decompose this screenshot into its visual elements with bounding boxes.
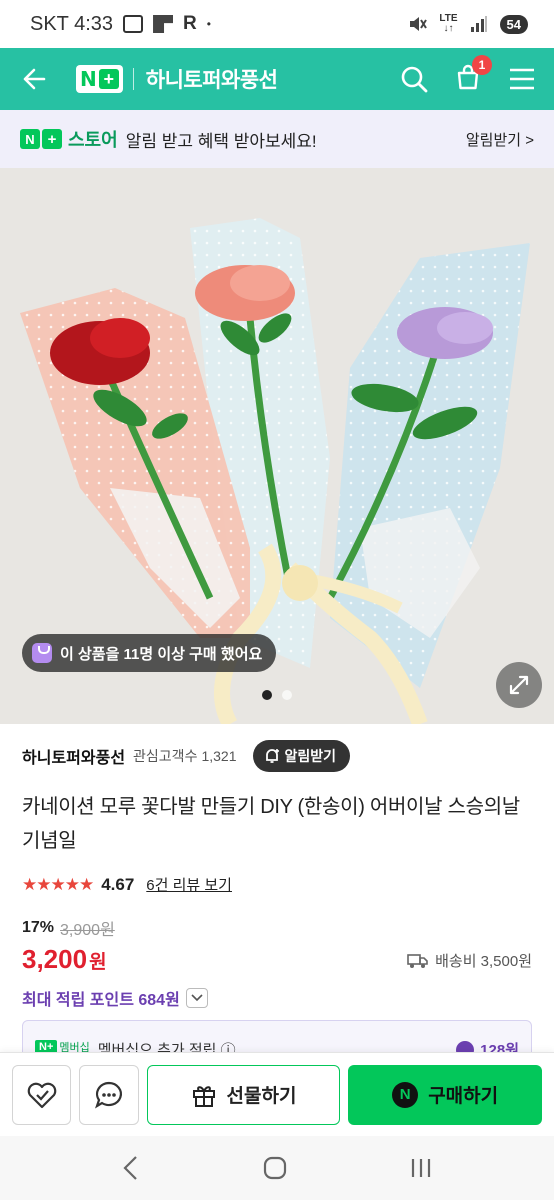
app-header: N + 하니토퍼와풍선 1 <box>0 48 554 110</box>
product-image-carousel[interactable]: 이 상품을 11명 이상 구매 했어요 <box>0 168 554 724</box>
carousel-dot-1[interactable] <box>262 690 272 700</box>
lte-icon: LTE ↓↑ <box>439 13 458 34</box>
purchase-count-notice: 이 상품을 11명 이상 구매 했어요 <box>22 634 277 672</box>
notice-text: 알림 받고 혜택 받아보세요! <box>125 131 317 151</box>
signal-icon <box>470 16 487 32</box>
original-price: 3,900원 <box>60 922 115 939</box>
cart-count-badge: 1 <box>472 54 492 75</box>
purchase-count-text: 이 상품을 11명 이상 구매 했어요 <box>60 645 263 663</box>
gift-icon <box>192 1085 215 1107</box>
nav-back-icon[interactable] <box>120 1155 142 1181</box>
chevron-down-icon[interactable] <box>185 988 208 1008</box>
truck-icon <box>407 953 428 968</box>
back-arrow-icon[interactable] <box>18 64 48 94</box>
carousel-indicator <box>0 690 554 700</box>
battery-icon: 54 <box>499 14 528 34</box>
product-title: 카네이션 모루 꽃다발 만들기 DIY (한송이) 어버이날 스승의날 기념일 <box>22 796 520 852</box>
nplus-store-label: 스토어 <box>68 130 118 150</box>
nplus-store-logo: N + <box>20 129 62 149</box>
expand-icon <box>509 675 529 695</box>
points-row[interactable]: 최대 적립 포인트 684원 <box>22 986 208 1010</box>
seller-name[interactable]: 하니토퍼와풍선 <box>22 744 125 768</box>
shipping-fee: 배송비 3,500원 <box>435 953 532 970</box>
heart-check-icon <box>27 1082 56 1108</box>
store-name[interactable]: 하니토퍼와풍선 <box>146 64 278 94</box>
seller-notify-button[interactable]: 알림받기 <box>252 740 351 772</box>
cart-button[interactable]: 1 <box>454 54 492 96</box>
nplus-n: N <box>20 129 40 149</box>
discount-row: 17% 3,900원 <box>22 916 115 940</box>
buy-label: 구매하기 <box>428 1086 499 1107</box>
npay-icon: N <box>392 1081 419 1108</box>
rating-stars-icon: ★★★★★ <box>22 874 94 894</box>
expand-image-button[interactable] <box>496 662 542 708</box>
logo-plus: + <box>98 69 119 89</box>
follower-label: 관심고객수 <box>133 748 198 764</box>
carrier-time: SKT 4:33 <box>30 12 114 35</box>
discount-rate: 17% <box>22 919 55 936</box>
logo-n: N <box>80 67 97 91</box>
subscribe-notification-button[interactable]: 알림받기 > <box>466 129 534 150</box>
more-notifications-dot: • <box>206 17 211 31</box>
nplus-plus: + <box>42 129 62 149</box>
rating-row: ★★★★★ 4.67 6건 리뷰 보기 <box>22 874 232 895</box>
naver-plus-logo[interactable]: N + <box>76 65 123 93</box>
nav-home-icon[interactable] <box>262 1155 288 1181</box>
talk-button[interactable] <box>79 1064 139 1125</box>
search-icon[interactable] <box>400 65 428 93</box>
nav-recents-icon[interactable] <box>408 1155 434 1181</box>
carousel-dot-2[interactable] <box>282 690 292 700</box>
mute-icon <box>410 17 428 31</box>
gift-label: 선물하기 <box>226 1086 297 1107</box>
bottom-action-bar: 선물하기 N 구매하기 <box>0 1052 554 1136</box>
notify-label: 알림받기 <box>284 748 337 764</box>
shopping-bag-icon <box>32 643 52 663</box>
bell-plus-icon <box>265 749 279 763</box>
buy-button[interactable]: N 구매하기 <box>348 1064 542 1125</box>
sale-price: 3,200 <box>22 944 88 974</box>
status-bar: SKT 4:33 R • LTE ↓↑ 54 <box>0 0 554 48</box>
max-points: 최대 적립 포인트 684원 <box>22 992 180 1009</box>
header-divider <box>132 68 134 90</box>
seller-row: 하니토퍼와풍선 관심고객수 1,321 알림받기 <box>22 740 351 772</box>
menu-icon[interactable] <box>508 67 536 91</box>
gift-button[interactable]: 선물하기 <box>146 1064 341 1125</box>
wishlist-button[interactable] <box>12 1064 72 1125</box>
gallery-icon <box>123 15 144 33</box>
rating-value: 4.67 <box>101 874 135 894</box>
flipboard-icon <box>153 15 174 33</box>
review-link[interactable]: 6건 리뷰 보기 <box>146 874 232 895</box>
follower-count: 1,321 <box>201 748 237 764</box>
r-app-icon: R <box>183 13 197 34</box>
notification-banner: N + 스토어 알림 받고 혜택 받아보세요! 알림받기 > <box>0 110 554 168</box>
system-navigation-bar <box>0 1136 554 1200</box>
shipping-info: 배송비 3,500원 <box>407 950 532 971</box>
price-unit: 원 <box>89 952 107 973</box>
price-row: 3,200 원 <box>22 944 107 975</box>
chat-bubble-icon <box>94 1081 122 1108</box>
